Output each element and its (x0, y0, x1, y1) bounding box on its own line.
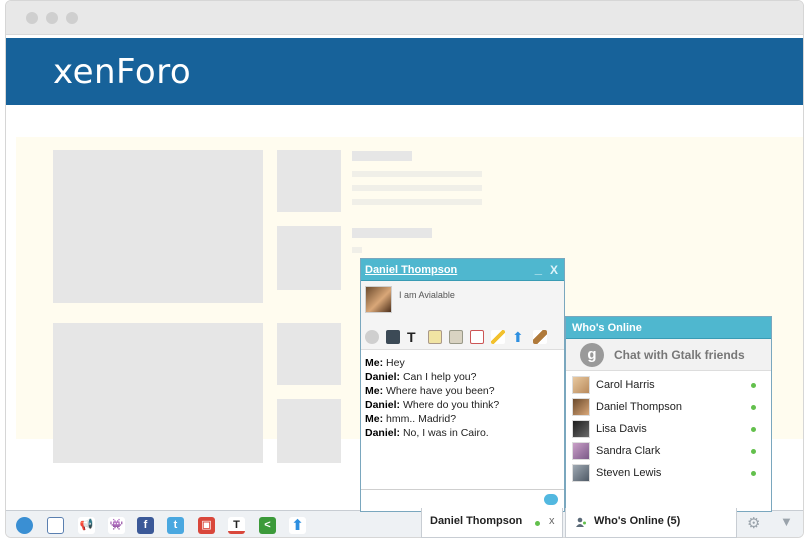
upload-icon[interactable]: ⬆ (512, 330, 526, 344)
gtalk-label: Chat with Gtalk friends (614, 348, 745, 362)
friend-item[interactable]: Sandra Clark (572, 441, 768, 461)
font-icon[interactable]: T (407, 330, 421, 344)
whos-online-window: Who's Online g Chat with Gtalk friends C… (565, 316, 772, 512)
gear-icon[interactable]: ⚙ (747, 514, 760, 532)
placeholder-line (352, 185, 482, 191)
share-icon[interactable]: < (259, 517, 276, 534)
chat-tab[interactable]: Daniel Thompson x (421, 508, 563, 538)
online-status-icon (751, 427, 756, 432)
twitter-icon[interactable]: t (167, 517, 184, 534)
avatar (572, 376, 590, 394)
message-text: hmm.. Madrid? (386, 413, 457, 425)
avatar (572, 464, 590, 482)
status-message: I am Avialable (399, 290, 455, 300)
message-row: Daniel: Can I help you? (365, 370, 560, 384)
gtalk-button[interactable]: g Chat with Gtalk friends (566, 339, 771, 371)
message-sender: Me: (365, 385, 384, 397)
message-row: Daniel: No, I was in Cairo. (365, 426, 560, 440)
whos-online-tab-label: Who's Online (5) (594, 515, 681, 527)
placeholder-block (352, 151, 412, 161)
message-row: Daniel: Where do you think? (365, 398, 560, 412)
friend-item[interactable]: Steven Lewis (572, 463, 768, 483)
placeholder-block (53, 323, 263, 463)
placeholder-block (277, 399, 341, 463)
placeholder-block (277, 323, 341, 385)
avatar (572, 442, 590, 460)
message-sender: Daniel: (365, 371, 401, 383)
placeholder-block (53, 150, 263, 303)
text-icon[interactable]: T (228, 517, 245, 534)
flag-icon[interactable]: ▣ (198, 517, 215, 534)
message-sender: Daniel: (365, 399, 401, 411)
chat-window: Daniel Thompson _ X I am Avialable T ⬆ M… (360, 258, 565, 512)
message-row: Me: hmm.. Madrid? (365, 412, 560, 426)
placeholder-line (352, 171, 482, 177)
window-maximize-dot[interactable] (66, 12, 78, 24)
message-sender: Me: (365, 413, 384, 425)
chat-header: Daniel Thompson _ X (361, 259, 564, 281)
video-icon[interactable] (47, 517, 64, 534)
google-icon: g (580, 343, 604, 367)
whos-online-header[interactable]: Who's Online (566, 317, 771, 339)
browser-titlebar (6, 1, 803, 35)
message-row: Me: Where have you been? (365, 384, 560, 398)
friend-name: Carol Harris (596, 379, 655, 391)
window-close-dot[interactable] (26, 12, 38, 24)
friend-name: Steven Lewis (596, 467, 662, 479)
site-header: xenForo (6, 38, 803, 105)
invader-icon[interactable]: 👾 (108, 517, 125, 534)
pencil-icon[interactable] (491, 330, 505, 344)
message-sender: Daniel: (365, 427, 401, 439)
files-icon[interactable] (449, 330, 463, 344)
message-text: Can I help you? (402, 371, 477, 383)
chat-profile: I am Avialable T ⬆ (361, 281, 564, 350)
friend-item[interactable]: Daniel Thompson (572, 397, 768, 417)
message-text: No, I was in Cairo. (402, 427, 489, 439)
avatar (365, 286, 392, 313)
avatar (572, 398, 590, 416)
placeholder-block (277, 150, 341, 212)
chat-contact-name[interactable]: Daniel Thompson (365, 264, 457, 276)
minimize-icon[interactable]: _ (535, 261, 542, 276)
placeholder-line (352, 247, 362, 253)
message-row: Me: Hey (365, 356, 560, 370)
placeholder-line (352, 199, 482, 205)
whos-online-tab[interactable]: Who's Online (5) (565, 508, 737, 538)
online-status-icon (751, 449, 756, 454)
chat-messages: Me: Hey Daniel: Can I help you? Me: Wher… (365, 356, 560, 440)
placeholder-block (277, 226, 341, 290)
user-icon (576, 517, 586, 527)
card-icon[interactable] (470, 330, 484, 344)
close-icon[interactable]: X (550, 263, 558, 277)
site-logo[interactable]: xenForo (53, 52, 191, 92)
message-sender: Me: (365, 357, 384, 369)
brush-icon[interactable] (533, 330, 547, 344)
upload-icon[interactable]: ⬆ (289, 517, 306, 534)
smiley-icon[interactable] (365, 330, 379, 344)
info-icon[interactable] (16, 517, 33, 534)
friend-item[interactable]: Carol Harris (572, 375, 768, 395)
chevron-down-icon[interactable]: ▼ (780, 514, 793, 529)
friend-name: Sandra Clark (596, 445, 661, 457)
friend-name: Daniel Thompson (596, 401, 683, 413)
megaphone-icon[interactable]: 📢 (78, 517, 95, 534)
friend-name: Lisa Davis (596, 423, 647, 435)
online-status-icon (751, 471, 756, 476)
send-bubble-icon[interactable] (544, 494, 558, 505)
facebook-icon[interactable]: f (137, 517, 154, 534)
avatar (572, 420, 590, 438)
monitor-icon[interactable] (386, 330, 400, 344)
note-icon[interactable] (428, 330, 442, 344)
online-status-icon (751, 405, 756, 410)
message-text: Where have you been? (386, 385, 495, 397)
placeholder-block (352, 228, 432, 238)
chat-tab-name: Daniel Thompson (430, 515, 523, 527)
message-text: Where do you think? (402, 399, 500, 411)
message-text: Hey (386, 357, 405, 369)
close-icon[interactable]: x (549, 515, 555, 527)
online-status-icon (535, 521, 540, 526)
friend-item[interactable]: Lisa Davis (572, 419, 768, 439)
window-minimize-dot[interactable] (46, 12, 58, 24)
online-status-icon (751, 383, 756, 388)
